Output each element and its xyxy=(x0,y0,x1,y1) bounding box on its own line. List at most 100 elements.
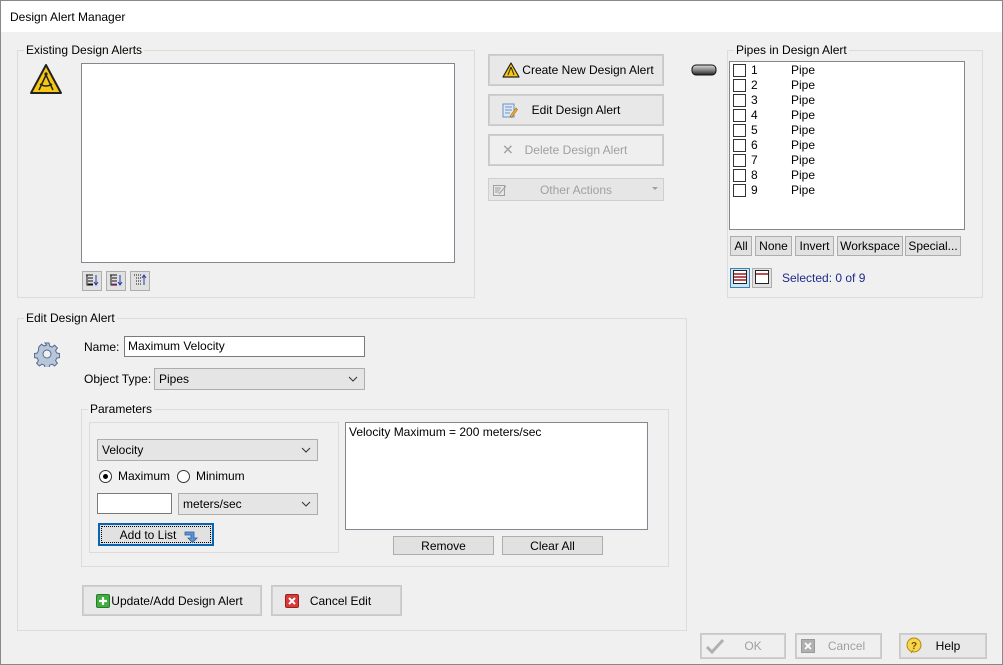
pipe-checkbox[interactable] xyxy=(733,109,746,122)
invert-selection-button[interactable]: Invert xyxy=(795,236,834,256)
maximum-label: Maximum xyxy=(118,469,171,483)
sort-ascending-icon xyxy=(85,273,99,290)
pipe-list-item[interactable]: 7 Pipe xyxy=(733,153,953,168)
pipe-list-item[interactable]: 9 Pipe xyxy=(733,183,953,198)
workspace-selection-button[interactable]: Workspace xyxy=(837,236,903,256)
minimum-label: Minimum xyxy=(196,469,245,483)
pipe-list-item[interactable]: 3 Pipe xyxy=(733,93,953,108)
pipe-type: Pipe xyxy=(791,108,816,122)
pipe-checkbox[interactable] xyxy=(733,154,746,167)
pipe-id: 1 xyxy=(751,63,758,77)
pipe-list-item[interactable]: 5 Pipe xyxy=(733,123,953,138)
add-to-list-button[interactable]: Add to List xyxy=(98,523,214,546)
object-type-select[interactable]: Pipes xyxy=(154,368,365,390)
help-button[interactable]: ? Help xyxy=(899,633,987,659)
unit-select[interactable]: meters/sec xyxy=(178,493,318,515)
pipe-id: 3 xyxy=(751,93,758,107)
pipe-id: 7 xyxy=(751,153,758,167)
minimum-radio[interactable]: Minimum xyxy=(177,469,245,483)
sort-descending-button[interactable] xyxy=(130,271,150,291)
pipe-checkbox[interactable] xyxy=(733,124,746,137)
pipe-id: 6 xyxy=(751,138,758,152)
cancel-x-icon xyxy=(801,639,815,653)
pipe-checkbox[interactable] xyxy=(733,79,746,92)
single-view-toggle-button[interactable] xyxy=(752,268,772,288)
pipe-type: Pipe xyxy=(791,123,816,137)
clear-all-button[interactable]: Clear All xyxy=(502,536,603,555)
pipe-id: 8 xyxy=(751,168,758,182)
chevron-down-icon xyxy=(301,447,311,453)
warning-icon xyxy=(502,62,520,78)
select-all-button[interactable]: All xyxy=(730,236,752,256)
existing-design-alerts-list[interactable] xyxy=(81,63,455,263)
delete-x-icon: ✕ xyxy=(502,141,514,158)
delete-design-alert-label: Delete Design Alert xyxy=(524,143,628,157)
select-none-label: None xyxy=(759,239,788,253)
parameter-value: Velocity xyxy=(102,443,144,457)
unit-value: meters/sec xyxy=(183,497,242,511)
special-selection-button[interactable]: Special... xyxy=(905,236,961,256)
pipe-list-item[interactable]: 1 Pipe xyxy=(733,63,953,78)
ok-button[interactable]: OK xyxy=(700,633,786,659)
sort-ascending-button[interactable] xyxy=(82,271,102,291)
edit-design-alert-button[interactable]: Edit Design Alert xyxy=(488,94,664,126)
cancel-edit-label: Cancel Edit xyxy=(309,593,372,608)
sort-descending-icon xyxy=(133,273,147,290)
list-view-toggle-button[interactable] xyxy=(730,268,750,288)
pipe-checkbox[interactable] xyxy=(733,64,746,77)
parameter-list-item[interactable]: Velocity Maximum = 200 meters/sec xyxy=(349,425,644,440)
remove-button[interactable]: Remove xyxy=(393,536,494,555)
pipe-icon xyxy=(691,64,717,79)
name-input[interactable]: Maximum Velocity xyxy=(124,336,365,357)
value-input[interactable] xyxy=(97,493,172,514)
maximum-radio[interactable]: Maximum xyxy=(99,469,170,483)
cancel-edit-button[interactable]: Cancel Edit xyxy=(271,585,402,616)
edit-design-alert-label: Edit Design Alert xyxy=(531,103,621,117)
pipe-checkbox[interactable] xyxy=(733,169,746,182)
cancel-label: Cancel xyxy=(827,639,866,653)
pipe-checkbox[interactable] xyxy=(733,139,746,152)
pipes-in-design-alert-label: Pipes in Design Alert xyxy=(734,43,849,57)
select-all-label: All xyxy=(734,239,748,253)
name-label: Name: xyxy=(84,340,120,354)
sort-custom-icon xyxy=(109,273,123,290)
design-alert-manager-window: Design Alert Manager Existing Design Ale… xyxy=(0,0,1003,665)
delete-design-alert-button[interactable]: ✕ Delete Design Alert xyxy=(488,134,664,166)
special-selection-label: Special... xyxy=(908,239,958,253)
pipe-type: Pipe xyxy=(791,153,816,167)
other-actions-dropdown[interactable]: Other Actions xyxy=(488,178,664,201)
parameters-label: Parameters xyxy=(88,402,155,416)
other-actions-label: Other Actions xyxy=(539,182,613,197)
edit-document-icon xyxy=(502,102,518,118)
gear-icon xyxy=(33,341,61,370)
window-title: Design Alert Manager xyxy=(10,10,126,24)
pipe-id: 9 xyxy=(751,183,758,197)
pipe-list-item[interactable]: 2 Pipe xyxy=(733,78,953,93)
title-bar: Design Alert Manager xyxy=(1,1,1002,32)
cancel-button[interactable]: Cancel xyxy=(795,633,882,659)
update-add-design-alert-button[interactable]: Update/Add Design Alert xyxy=(82,585,262,616)
pipe-type: Pipe xyxy=(791,93,816,107)
pipes-list[interactable]: 1 Pipe 2 Pipe 3 Pipe 4 Pipe 5 Pipe 6 Pipe 7 Pipe 8 Pipe… xyxy=(729,61,965,230)
chevron-down-icon xyxy=(301,501,311,507)
invert-selection-label: Invert xyxy=(799,239,830,253)
parameter-select[interactable]: Velocity xyxy=(97,439,318,461)
pipe-list-item[interactable]: 4 Pipe xyxy=(733,108,953,123)
close-icon xyxy=(285,593,299,608)
selected-count: Selected: 0 of 9 xyxy=(782,271,866,285)
clear-all-label: Clear All xyxy=(530,538,575,553)
plus-icon xyxy=(96,593,110,608)
help-icon: ? xyxy=(905,637,923,655)
pipe-list-item[interactable]: 8 Pipe xyxy=(733,168,953,183)
select-none-button[interactable]: None xyxy=(755,236,792,256)
pipe-checkbox[interactable] xyxy=(733,184,746,197)
parameters-list[interactable]: Velocity Maximum = 200 meters/sec xyxy=(345,422,648,530)
edit-form-icon xyxy=(493,184,507,196)
object-type-label: Object Type: xyxy=(84,372,152,386)
pipe-checkbox[interactable] xyxy=(733,94,746,107)
sort-custom-button[interactable] xyxy=(106,271,126,291)
create-new-design-alert-button[interactable]: Create New Design Alert xyxy=(488,54,664,86)
pipe-list-item[interactable]: 6 Pipe xyxy=(733,138,953,153)
pipe-id: 4 xyxy=(751,108,758,122)
pipe-type: Pipe xyxy=(791,138,816,152)
